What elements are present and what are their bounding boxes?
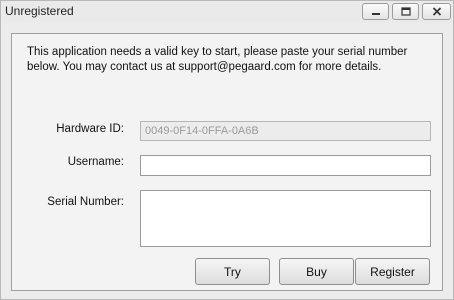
maximize-icon: [400, 7, 411, 16]
minimize-icon: [371, 12, 380, 15]
register-button[interactable]: Register: [355, 258, 430, 285]
instruction-message: This application needs a valid key to st…: [27, 46, 408, 73]
hardware-id-field[interactable]: [140, 121, 431, 141]
maximize-button[interactable]: [392, 3, 419, 20]
serial-number-field[interactable]: [140, 190, 431, 247]
buy-button[interactable]: Buy: [279, 258, 354, 285]
minimize-button[interactable]: [362, 3, 389, 20]
serial-number-label: Serial Number:: [47, 196, 124, 208]
hardware-id-label: Hardware ID:: [56, 123, 124, 135]
try-button[interactable]: Try: [195, 258, 270, 285]
username-field[interactable]: [140, 155, 431, 176]
username-label: Username:: [67, 156, 124, 168]
dialog-body: This application needs a valid key to st…: [11, 33, 443, 291]
window-title: Unregistered: [5, 4, 74, 18]
title-bar[interactable]: Unregistered: [1, 1, 453, 23]
close-icon: [432, 7, 441, 16]
close-button[interactable]: [422, 3, 451, 20]
dialog-window: Unregistered This application needs a va…: [0, 0, 454, 300]
